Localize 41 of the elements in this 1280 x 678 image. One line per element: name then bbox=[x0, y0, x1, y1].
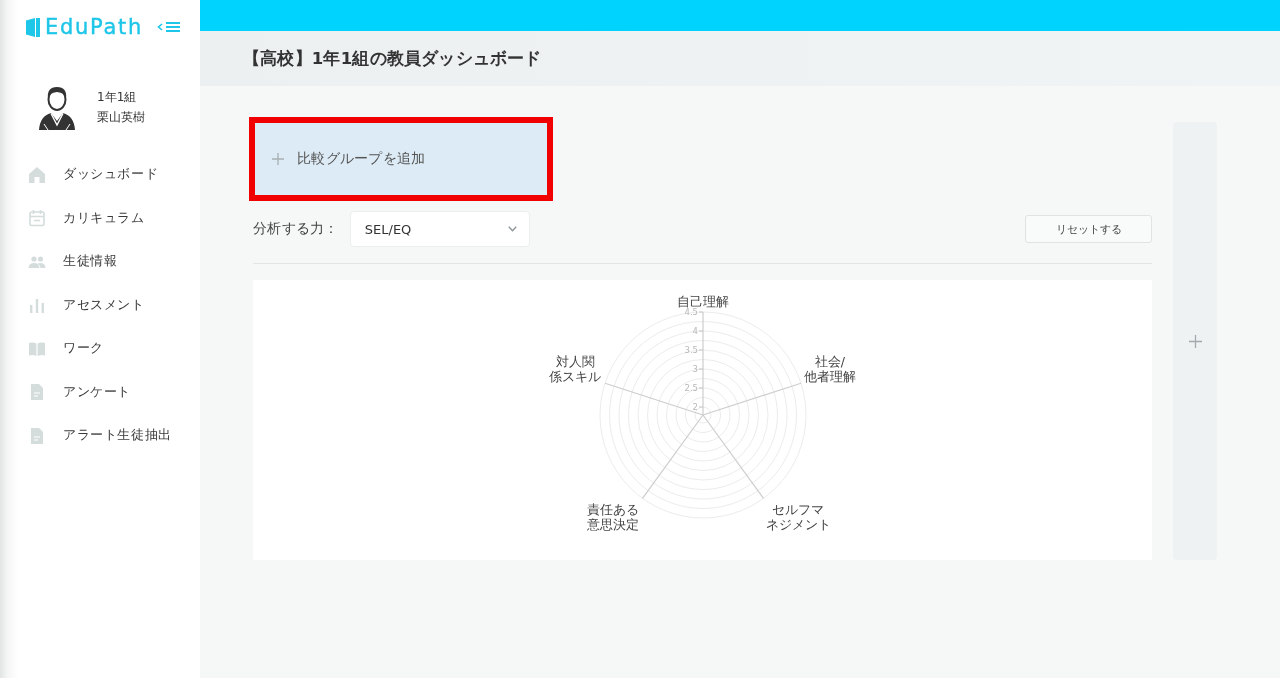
add-group-button[interactable]: 比較グループを追加 bbox=[255, 123, 547, 195]
class-name: 1年1組 bbox=[97, 89, 138, 106]
menu-icon[interactable] bbox=[157, 21, 181, 33]
home-icon bbox=[28, 165, 46, 184]
axis-label: 社会/ bbox=[814, 354, 846, 370]
user-name: 栗山英樹 bbox=[97, 109, 145, 126]
document-icon bbox=[28, 383, 46, 402]
sidebar-item[interactable]: ワーク bbox=[0, 327, 200, 371]
scale-label: 2 bbox=[692, 402, 698, 412]
analysis-label: 分析する力： bbox=[253, 220, 339, 238]
avatar-icon bbox=[38, 84, 76, 130]
calendar-icon bbox=[28, 209, 46, 228]
scale-label: 3.5 bbox=[684, 345, 698, 355]
axis-label: 自己理解 bbox=[677, 294, 729, 309]
logo-icon bbox=[26, 17, 40, 37]
sidebar-item[interactable]: 生徒情報 bbox=[0, 240, 200, 284]
bar-chart-icon bbox=[28, 296, 46, 315]
sidebar-item[interactable]: ダッシュボード bbox=[0, 153, 200, 197]
analysis-select[interactable]: SEL/EQ bbox=[349, 211, 530, 247]
plus-icon bbox=[272, 153, 284, 165]
sidebar-item[interactable]: カリキュラム bbox=[0, 196, 200, 240]
plus-icon bbox=[1188, 334, 1202, 348]
scale-label: 4.5 bbox=[684, 307, 698, 317]
document-icon bbox=[28, 426, 46, 445]
sidebar-item[interactable]: アセスメント bbox=[0, 283, 200, 327]
reset-button[interactable]: リセットする bbox=[1025, 215, 1152, 243]
scale-label: 3 bbox=[692, 364, 698, 374]
axis-label: ネジメント bbox=[765, 517, 831, 533]
axis-label: 責任ある bbox=[587, 502, 640, 518]
axis-label: 対人関 bbox=[555, 354, 595, 370]
axis-label: 係スキル bbox=[549, 369, 602, 385]
sidebar-item[interactable]: アンケート bbox=[0, 370, 200, 414]
chevron-down-icon bbox=[507, 226, 517, 232]
axis-label: セルフマ bbox=[772, 502, 825, 518]
sidebar-item[interactable]: アラート生徒抽出 bbox=[0, 414, 200, 458]
logo-text: EduPath bbox=[45, 16, 143, 38]
scale-label: 2.5 bbox=[684, 383, 698, 393]
axis-label: 他者理解 bbox=[803, 369, 856, 385]
page-title: 【高校】1年1組の教員ダッシュボード bbox=[243, 47, 542, 70]
axis-label: 意思決定 bbox=[587, 517, 640, 533]
scale-label: 4 bbox=[692, 326, 698, 336]
